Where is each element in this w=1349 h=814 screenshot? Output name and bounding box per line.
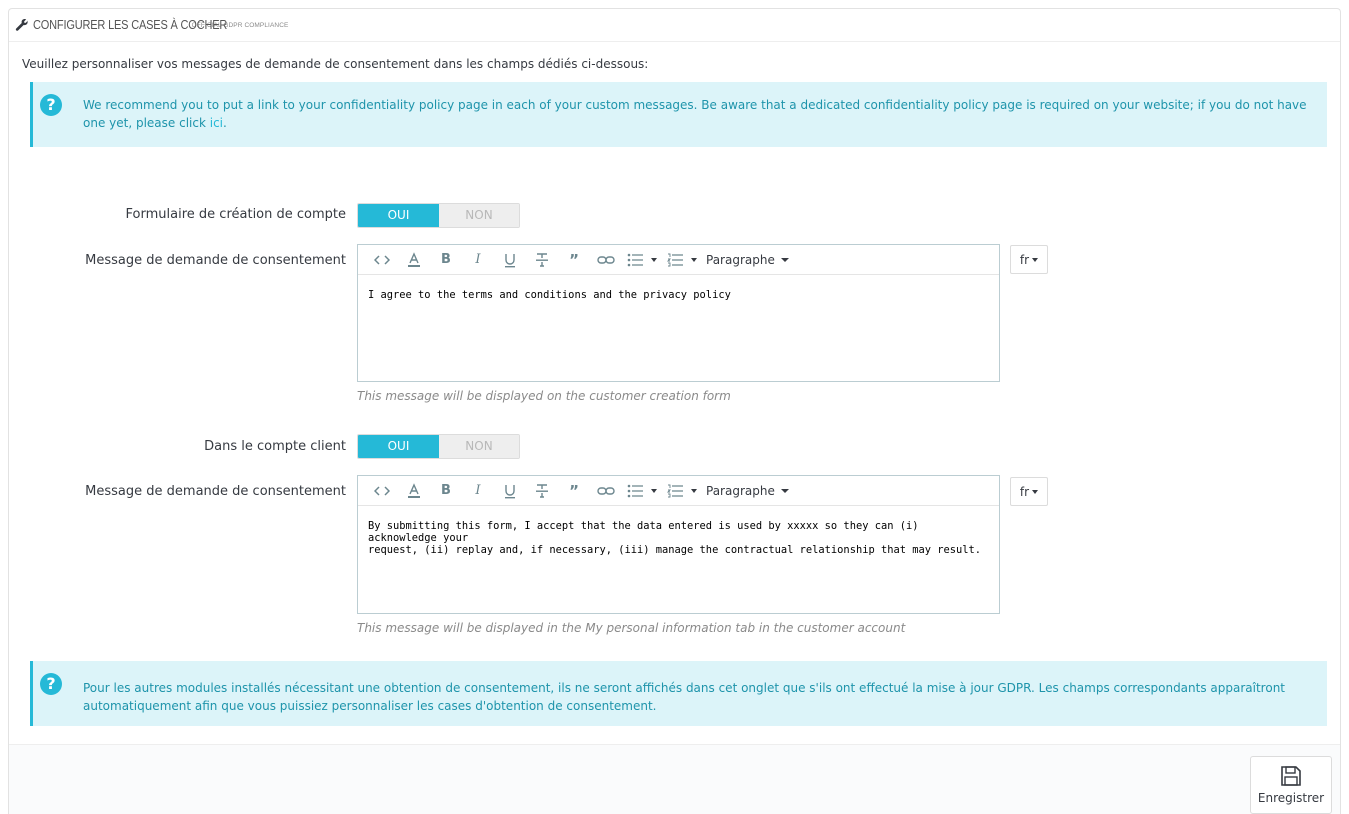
paragraph-label: Paragraphe: [706, 483, 775, 498]
save-button[interactable]: Enregistrer: [1250, 756, 1332, 814]
italic-icon[interactable]: I: [462, 480, 494, 502]
language-label: fr: [1019, 252, 1030, 267]
switch-non[interactable]: NON: [439, 435, 519, 458]
wrench-icon: [15, 18, 28, 31]
info-alert-modules: ? Pour les autres modules installés néce…: [30, 661, 1327, 726]
numbered-list-icon[interactable]: [662, 480, 702, 502]
code-icon[interactable]: [366, 249, 398, 271]
customer-message-label: Message de demande de consentement: [85, 484, 346, 499]
link-icon[interactable]: [590, 249, 622, 271]
save-label: Enregistrer: [1257, 791, 1325, 805]
floppy-disk-icon: [1281, 766, 1301, 786]
customer-account-label: Dans le compte client: [204, 439, 346, 454]
alert-text-end: .: [223, 116, 227, 130]
editor-toolbar: B I ” Paragraphe: [358, 476, 999, 506]
paragraph-label: Paragraphe: [706, 252, 775, 267]
paragraph-format-dropdown[interactable]: Paragraphe: [706, 484, 789, 498]
account-form-label: Formulaire de création de compte: [125, 207, 346, 222]
account-message-label: Message de demande de consentement: [85, 253, 346, 268]
editor-toolbar: B I ” Paragraphe: [358, 245, 999, 275]
language-label: fr: [1019, 484, 1030, 499]
customer-account-switch[interactable]: OUI NON: [357, 434, 520, 459]
bullet-list-icon[interactable]: [622, 480, 662, 502]
strikethrough-icon[interactable]: [526, 480, 558, 502]
panel-heading: CONFIGURER LES CASES À COCHER OFFICIAL G…: [9, 9, 1340, 42]
strikethrough-icon[interactable]: [526, 249, 558, 271]
help-text: This message will be displayed on the cu…: [357, 389, 731, 403]
switch-non[interactable]: NON: [439, 204, 519, 227]
code-icon[interactable]: [366, 480, 398, 502]
chevron-down-icon: [780, 488, 789, 493]
chevron-down-icon: [1032, 489, 1039, 494]
switch-oui[interactable]: OUI: [358, 204, 439, 227]
panel-title: CONFIGURER LES CASES À COCHER: [33, 18, 228, 32]
text-color-icon[interactable]: [398, 249, 430, 271]
language-dropdown[interactable]: fr: [1010, 477, 1048, 506]
editor-text-line-2: request, (ii) replay and, if necessary, …: [368, 544, 982, 556]
help-text: This message will be displayed in the My…: [357, 621, 906, 635]
account-form-switch[interactable]: OUI NON: [357, 203, 520, 228]
switch-oui[interactable]: OUI: [358, 435, 439, 458]
question-icon: ?: [40, 94, 62, 116]
editor-content[interactable]: I agree to the terms and conditions and …: [358, 275, 999, 315]
chevron-down-icon: [1032, 257, 1039, 262]
underline-icon[interactable]: [494, 480, 526, 502]
editor-text: I agree to the terms and conditions and …: [368, 289, 731, 301]
intro-text: Veuillez personnaliser vos messages de d…: [22, 57, 649, 71]
editor-content[interactable]: By submitting this form, I accept that t…: [358, 506, 999, 570]
underline-icon[interactable]: [494, 249, 526, 271]
link-icon[interactable]: [590, 480, 622, 502]
info-alert-policy: ? We recommend you to put a link to your…: [30, 82, 1327, 147]
editor-text-line-1: By submitting this form, I accept that t…: [368, 520, 919, 544]
panel-footer: [9, 744, 1340, 814]
customer-message-editor[interactable]: B I ” Paragraphe By submitting this form…: [357, 475, 1000, 614]
bold-icon[interactable]: B: [430, 480, 462, 502]
quote-icon[interactable]: ”: [558, 249, 590, 271]
policy-link[interactable]: ici: [210, 116, 223, 130]
text-color-icon[interactable]: [398, 480, 430, 502]
bullet-list-icon[interactable]: [622, 249, 662, 271]
chevron-down-icon: [780, 257, 789, 262]
account-message-editor[interactable]: B I ” Paragraphe I agree to the terms an…: [357, 244, 1000, 382]
question-icon: ?: [40, 673, 62, 695]
alert-text: Pour les autres modules installés nécess…: [83, 681, 1286, 713]
paragraph-format-dropdown[interactable]: Paragraphe: [706, 253, 789, 267]
bold-icon[interactable]: B: [430, 249, 462, 271]
numbered-list-icon[interactable]: [662, 249, 702, 271]
quote-icon[interactable]: ”: [558, 480, 590, 502]
alert-text: We recommend you to put a link to your c…: [83, 98, 1307, 130]
italic-icon[interactable]: I: [462, 249, 494, 271]
language-dropdown[interactable]: fr: [1010, 245, 1048, 274]
